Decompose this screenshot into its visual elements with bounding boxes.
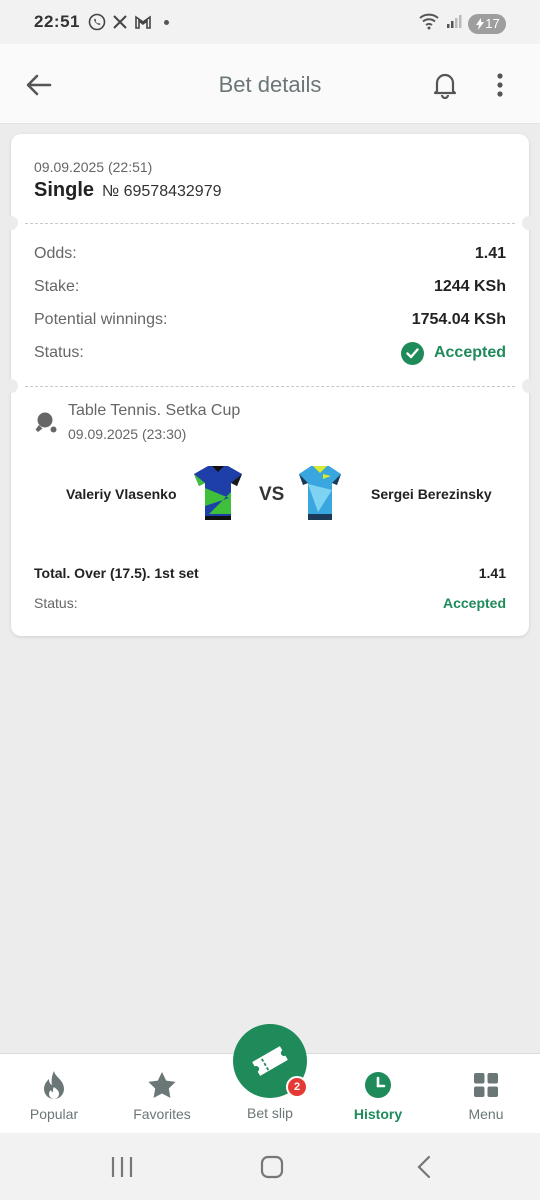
league-name: Table Tennis. Setka Cup [68, 402, 241, 419]
odds-label: Odds: [34, 245, 77, 262]
stake-row: Stake: 1244 KSh [34, 275, 506, 299]
bell-icon [433, 73, 457, 99]
more-options-button[interactable] [488, 68, 512, 102]
event-status-label: Status: [34, 595, 78, 611]
team2-jersey-icon [299, 466, 341, 520]
odds-value: 1.41 [474, 245, 506, 262]
whatsapp-icon [88, 13, 106, 31]
nav-history-label: History [353, 1106, 403, 1122]
team2-name: Sergei Berezinsky [371, 486, 492, 502]
status-bar: 22:51 17 [0, 0, 540, 44]
winnings-row: Potential winnings: 1754.04 KSh [34, 308, 506, 332]
signal-icon [446, 13, 462, 34]
notification-icons [88, 13, 169, 31]
nav-menu-label: Menu [468, 1106, 504, 1122]
nav-history[interactable]: History [324, 1054, 432, 1134]
nav-favorites[interactable]: Favorites [108, 1054, 216, 1134]
grid-icon [474, 1073, 498, 1097]
app-bar: Bet details [0, 44, 540, 124]
card-notch [522, 379, 536, 393]
recents-icon [111, 1157, 133, 1177]
x-icon [112, 14, 128, 30]
stake-label: Stake: [34, 278, 80, 295]
ticket-icon [252, 1046, 288, 1076]
status-row: Status: Accepted [34, 341, 506, 365]
system-status-icons: 17 [418, 12, 506, 35]
star-icon [148, 1072, 176, 1098]
battery-level: 17 [485, 16, 500, 31]
more-vertical-icon [497, 73, 503, 97]
bet-details-card: 09.09.2025 (22:51) Single № 69578432979 … [4, 134, 536, 636]
chevron-left-icon [417, 1155, 431, 1179]
nav-menu[interactable]: Menu [432, 1054, 540, 1134]
team1-name: Valeriy Vlasenko [66, 486, 177, 502]
nav-betslip-label: Bet slip [247, 1105, 293, 1121]
nav-favorites-label: Favorites [133, 1106, 191, 1122]
wifi-icon [418, 12, 440, 35]
event-status-value: Accepted [442, 595, 506, 611]
nav-popular-label: Popular [29, 1106, 79, 1122]
bet-type: Single [34, 179, 95, 201]
market-name: Total. Over (17.5). 1st set [34, 565, 199, 581]
check-circle-icon [400, 341, 424, 365]
recent-apps-button[interactable] [102, 1153, 142, 1181]
winnings-value: 1754.04 KSh [411, 311, 506, 328]
card-notch [4, 216, 18, 230]
status-value: Accepted [433, 344, 506, 361]
system-back-button[interactable] [404, 1153, 444, 1181]
gmail-icon [134, 14, 152, 30]
home-icon [260, 1155, 284, 1179]
stake-value: 1244 KSh [433, 278, 506, 295]
versus-label: VS [259, 484, 285, 505]
team1-jersey-icon [194, 466, 242, 520]
card-notch [4, 379, 18, 393]
divider [25, 223, 515, 224]
bet-number: № 69578432979 [102, 183, 222, 200]
system-navigation-bar [0, 1133, 540, 1200]
status-time: 22:51 [34, 12, 80, 31]
status-label: Status: [34, 344, 84, 361]
divider [25, 386, 515, 387]
market-odds: 1.41 [478, 565, 506, 581]
clock-icon [365, 1072, 391, 1098]
flame-icon [44, 1071, 64, 1099]
odds-row: Odds: 1.41 [34, 242, 506, 266]
bet-slip-count-badge: 2 [286, 1076, 308, 1098]
table-tennis-icon [35, 412, 57, 433]
event-date: 09.09.2025 (23:30) [68, 426, 187, 442]
battery-icon: 17 [468, 13, 506, 34]
card-notch [522, 216, 536, 230]
winnings-label: Potential winnings: [34, 311, 168, 328]
bet-date: 09.09.2025 (22:51) [34, 159, 153, 175]
notifications-button[interactable] [428, 68, 462, 102]
status-badge: Accepted [400, 341, 506, 365]
nav-popular[interactable]: Popular [0, 1054, 108, 1134]
more-notifications-dot [164, 19, 169, 25]
home-button[interactable] [252, 1153, 292, 1181]
